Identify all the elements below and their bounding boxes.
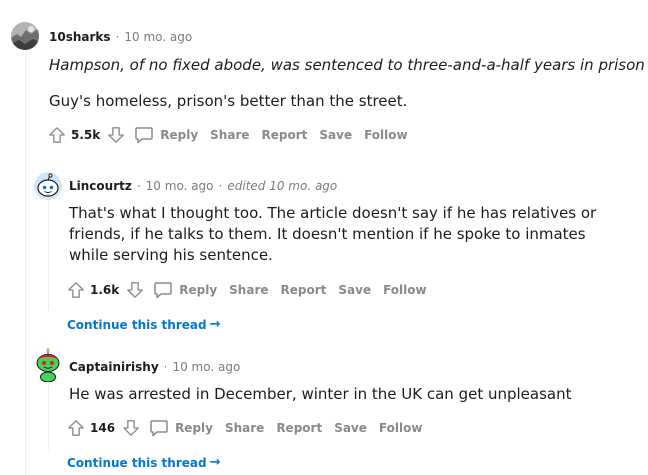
- follow-button[interactable]: Follow: [383, 283, 427, 297]
- comment-body: Guy's homeless, prison's better than the…: [49, 92, 408, 110]
- comment-actions: 5.5k Reply Share Report Save Follow: [47, 123, 408, 147]
- upvote-icon[interactable]: [66, 280, 86, 300]
- save-button[interactable]: Save: [334, 421, 367, 435]
- share-button[interactable]: Share: [210, 128, 249, 142]
- downvote-icon[interactable]: [121, 418, 141, 438]
- continue-thread-label: Continue this thread: [67, 455, 207, 470]
- reply-label: Reply: [160, 128, 199, 142]
- comment-body: He was arrested in December, winter in t…: [69, 385, 572, 403]
- report-button[interactable]: Report: [281, 283, 327, 297]
- vote-count: 146: [90, 421, 116, 435]
- save-button[interactable]: Save: [338, 283, 371, 297]
- vote-count: 1.6k: [90, 283, 120, 297]
- username[interactable]: 10sharks: [49, 30, 111, 44]
- edited-label: edited 10 mo. ago: [227, 179, 338, 193]
- separator-dot: ·: [163, 360, 168, 374]
- comment-icon: [154, 282, 172, 299]
- comment-icon: [135, 127, 153, 144]
- comment-body: That's what I thought too. The article d…: [69, 204, 597, 264]
- reply-button[interactable]: Reply: [134, 125, 198, 145]
- thread-line-reply-1[interactable]: [48, 200, 49, 310]
- avatar[interactable]: [33, 348, 63, 382]
- comment-actions: 146 Reply Share Report Save Follow: [66, 416, 422, 440]
- follow-button[interactable]: Follow: [364, 128, 408, 142]
- comment-meta: Lincourtz · 10 mo. ago · edited 10 mo. a…: [69, 178, 337, 194]
- comment-actions: 1.6k Reply Share Report Save Follow: [66, 278, 427, 302]
- comment-icon: [150, 420, 168, 437]
- reply-button[interactable]: Reply: [153, 280, 217, 300]
- timestamp[interactable]: 10 mo. ago: [146, 179, 214, 193]
- separator-dot: ·: [115, 30, 120, 44]
- timestamp[interactable]: 10 mo. ago: [172, 360, 240, 374]
- snoo-avatar-image: [34, 172, 62, 200]
- comment-meta: Captainirishy · 10 mo. ago: [69, 359, 240, 375]
- continue-thread-label: Continue this thread: [67, 317, 207, 332]
- timestamp[interactable]: 10 mo. ago: [124, 30, 192, 44]
- avatar[interactable]: [34, 172, 62, 200]
- upvote-icon[interactable]: [47, 125, 67, 145]
- separator-dot: ·: [218, 179, 223, 193]
- report-button[interactable]: Report: [262, 128, 308, 142]
- reply-button[interactable]: Reply: [149, 418, 213, 438]
- downvote-icon[interactable]: [106, 125, 126, 145]
- thread-line-root[interactable]: [25, 52, 26, 475]
- username[interactable]: Lincourtz: [69, 179, 132, 193]
- username[interactable]: Captainirishy: [69, 360, 159, 374]
- reply-label: Reply: [175, 421, 213, 435]
- continue-thread-link[interactable]: Continue this thread →: [67, 317, 221, 332]
- separator-dot: ·: [136, 179, 141, 193]
- arrow-right-icon: →: [209, 455, 221, 470]
- thread-line-reply-2[interactable]: [48, 380, 49, 450]
- share-button[interactable]: Share: [229, 283, 268, 297]
- save-button[interactable]: Save: [319, 128, 352, 142]
- vote-count: 5.5k: [71, 128, 101, 142]
- avatar[interactable]: [11, 22, 39, 50]
- comment-quote: Hampson, of no fixed abode, was sentence…: [49, 56, 645, 74]
- comment-meta: 10sharks · 10 mo. ago: [49, 29, 192, 45]
- report-button[interactable]: Report: [276, 421, 322, 435]
- arrow-right-icon: →: [209, 317, 221, 332]
- continue-thread-link[interactable]: Continue this thread →: [67, 455, 221, 470]
- follow-button[interactable]: Follow: [379, 421, 423, 435]
- upvote-icon[interactable]: [66, 418, 86, 438]
- avatar-image: [11, 22, 39, 50]
- downvote-icon[interactable]: [125, 280, 145, 300]
- share-button[interactable]: Share: [225, 421, 264, 435]
- snoo-avatar-image: [36, 348, 60, 382]
- reply-label: Reply: [179, 283, 218, 297]
